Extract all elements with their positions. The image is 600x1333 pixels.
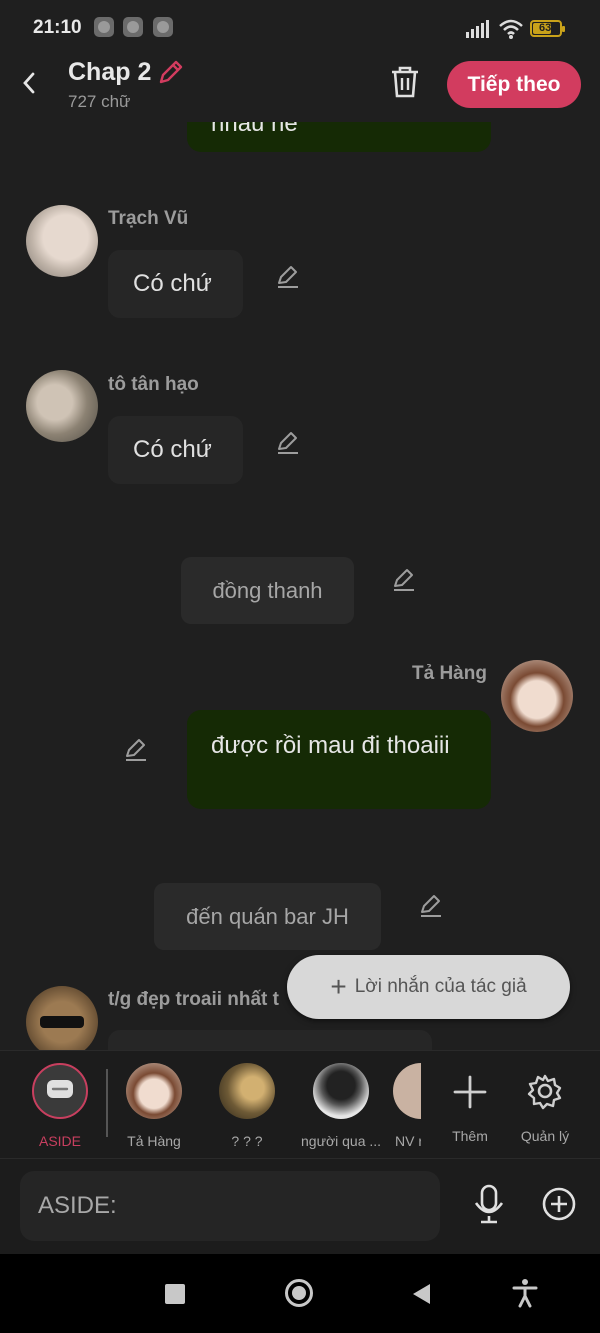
character-nv[interactable]: NV r <box>393 1063 421 1149</box>
notification-icon <box>94 17 114 37</box>
manage-button[interactable]: Quản lý <box>505 1063 585 1144</box>
aside-avatar <box>32 1063 88 1119</box>
recents-button[interactable] <box>165 1284 185 1304</box>
avatar <box>393 1063 421 1119</box>
message-bubble[interactable] <box>108 1030 432 1050</box>
edit-message-icon[interactable] <box>391 566 417 592</box>
edit-message-icon[interactable] <box>418 892 444 918</box>
character-passerby[interactable]: người qua ... <box>301 1063 381 1149</box>
character-selector: ASIDE Tả Hàng ? ? ? người qua ... NV r T… <box>0 1050 600 1159</box>
avatar-to-tan-hao[interactable] <box>26 370 98 442</box>
author-note-label: Lời nhắn của tác giả <box>354 976 527 997</box>
avatar-ta-hang[interactable] <box>501 660 573 732</box>
character-label: NV r <box>395 1133 421 1149</box>
edit-message-icon[interactable] <box>275 263 301 289</box>
narration-bubble[interactable]: đồng thanh <box>181 557 354 624</box>
character-label: người qua ... <box>301 1133 381 1149</box>
avatar-trach-vu[interactable] <box>26 205 98 277</box>
chat-area[interactable]: nhau ne Trạch Vũ Có chứ tô tân hạo Có ch… <box>0 122 600 1050</box>
trash-icon[interactable] <box>389 64 421 100</box>
divider <box>106 1069 108 1137</box>
system-navigation-bar <box>0 1254 600 1333</box>
home-button[interactable] <box>285 1279 313 1307</box>
message-bubble[interactable]: Có chứ <box>108 250 243 318</box>
status-bar: 21:10 63 <box>0 0 600 58</box>
narration-text: đến quán bar JH <box>186 903 349 929</box>
plus-icon: + <box>330 971 347 1002</box>
add-character-button[interactable]: Thêm <box>430 1063 510 1144</box>
message-text: được rồi mau đi thoaiii <box>211 732 450 759</box>
sender-name: t/g đẹp troaii nhất t <box>108 989 279 1010</box>
chapter-header: Chap 2 727 chữ Tiếp theo <box>0 58 600 122</box>
character-unknown[interactable]: ? ? ? <box>207 1063 287 1149</box>
message-bubble[interactable]: được rồi mau đi thoaiii <box>187 710 491 809</box>
gear-icon <box>527 1074 562 1110</box>
edit-message-icon[interactable] <box>123 736 149 762</box>
message-text: nhau ne <box>211 122 298 137</box>
accessibility-icon[interactable] <box>512 1278 538 1308</box>
status-time: 21:10 <box>33 17 82 38</box>
message-text: Có chứ <box>133 436 212 463</box>
sender-name: Trạch Vũ <box>108 208 189 229</box>
message-bubble[interactable]: Có chứ <box>108 416 243 484</box>
character-label: ASIDE <box>38 1133 81 1149</box>
character-ta-hang[interactable]: Tả Hàng <box>114 1063 194 1149</box>
manage-label: Quản lý <box>520 1128 570 1144</box>
author-note-button[interactable]: + Lời nhắn của tác giả <box>287 955 570 1019</box>
plus-icon <box>453 1075 487 1109</box>
message-text: Có chứ <box>133 270 212 297</box>
narration-text: đồng thanh <box>212 577 323 603</box>
avatar <box>126 1063 182 1119</box>
battery-level: 63 <box>539 22 552 34</box>
character-label: ? ? ? <box>231 1133 263 1149</box>
sender-name: tô tân hạo <box>108 374 199 395</box>
signal-icon <box>466 20 489 38</box>
narration-bubble[interactable]: đến quán bar JH <box>154 883 381 950</box>
back-button[interactable] <box>410 1282 432 1306</box>
avatar-author[interactable] <box>26 986 98 1050</box>
input-bar: ASIDE: <box>0 1158 600 1255</box>
edit-message-icon[interactable] <box>275 429 301 455</box>
chat-bubble-icon <box>47 1080 73 1098</box>
notification-icon <box>153 17 173 37</box>
notification-icon <box>123 17 143 37</box>
back-arrow-icon[interactable] <box>17 68 41 98</box>
word-count: 727 chữ <box>68 92 131 111</box>
message-bubble-partial[interactable]: nhau ne <box>187 122 491 152</box>
add-label: Thêm <box>452 1128 488 1144</box>
microphone-icon[interactable] <box>470 1183 508 1225</box>
avatar <box>313 1063 369 1119</box>
wifi-icon <box>499 19 523 39</box>
character-aside[interactable]: ASIDE <box>20 1063 100 1149</box>
next-button[interactable]: Tiếp theo <box>447 61 581 108</box>
character-label: Tả Hàng <box>127 1133 181 1149</box>
avatar <box>219 1063 275 1119</box>
message-input[interactable]: ASIDE: <box>20 1171 440 1241</box>
battery-icon: 63 <box>530 20 565 37</box>
chapter-title: Chap 2 <box>68 58 152 86</box>
sender-name: Tả Hàng <box>412 663 487 684</box>
edit-title-icon[interactable] <box>156 57 186 87</box>
add-circle-icon[interactable] <box>540 1185 578 1223</box>
